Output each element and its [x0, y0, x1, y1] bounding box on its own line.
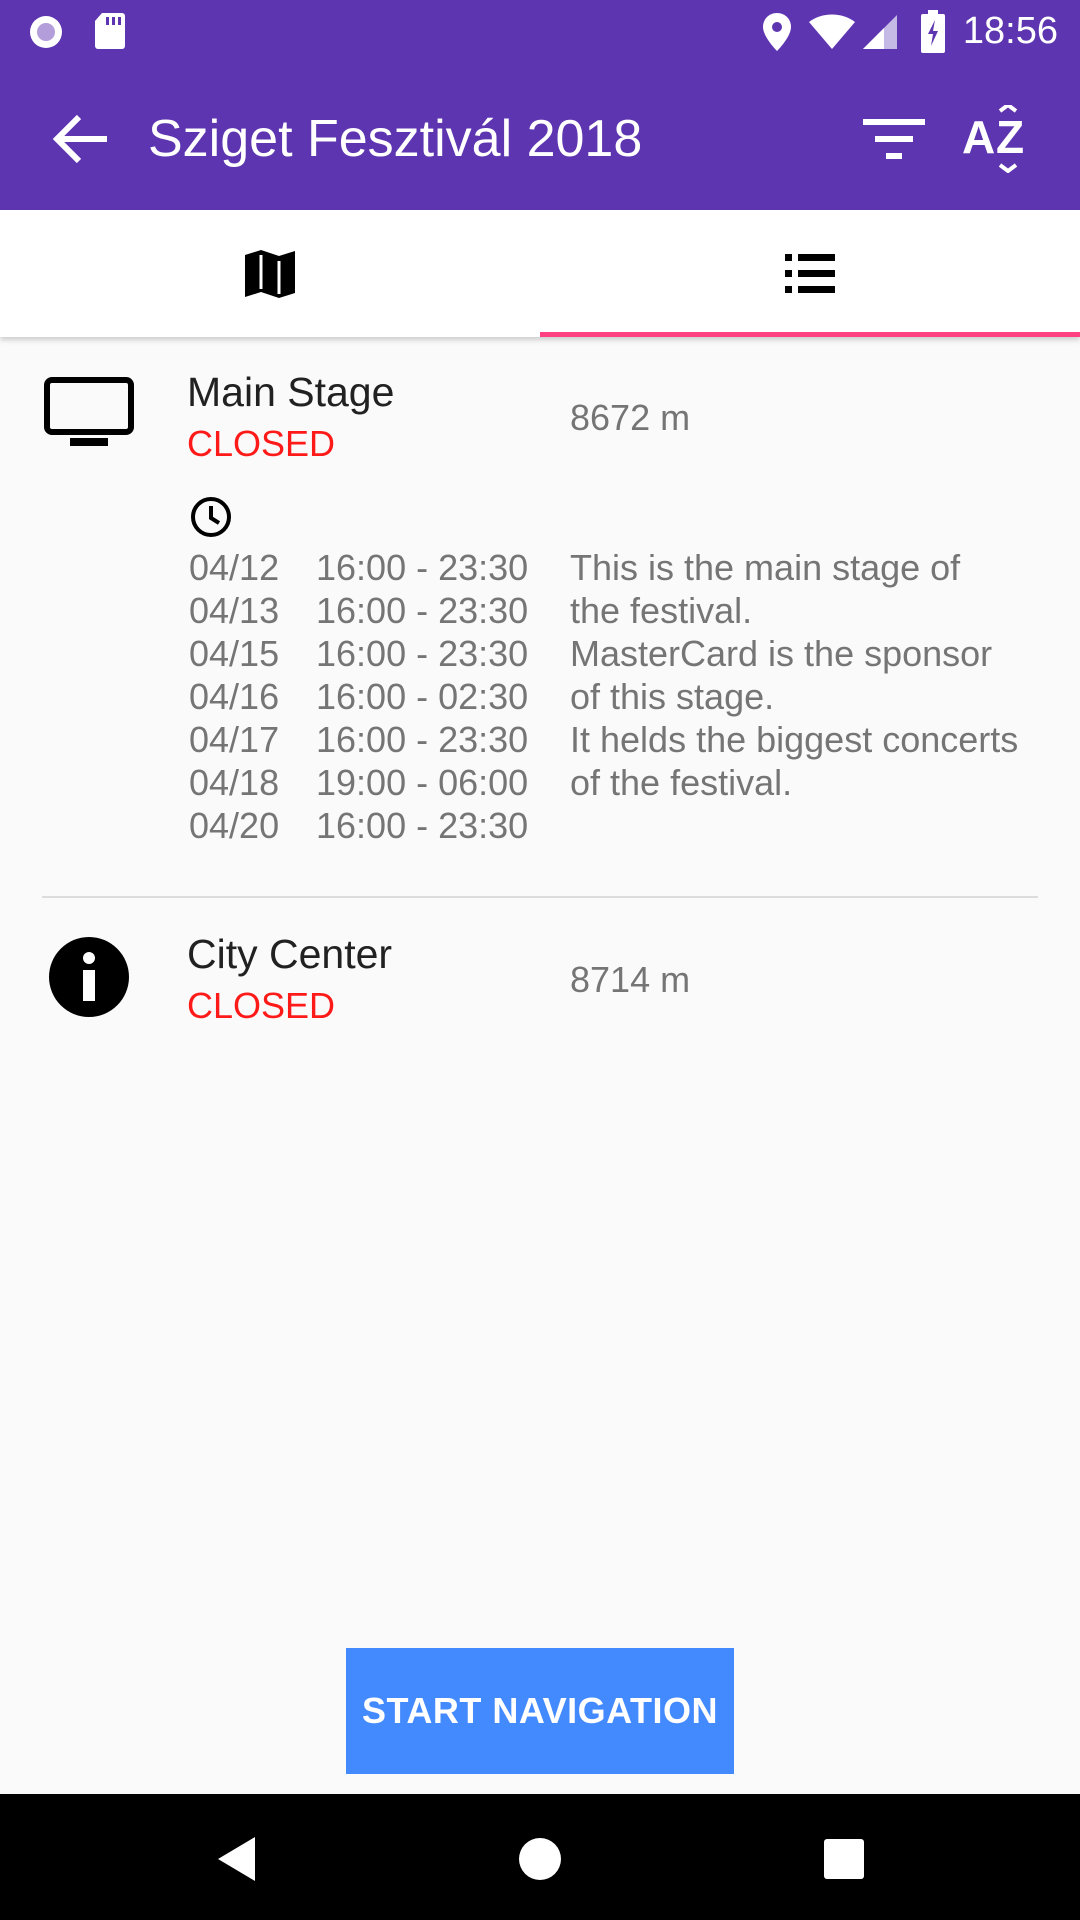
hours-date: 04/17	[189, 719, 280, 760]
nav-home-icon	[519, 1838, 561, 1880]
battery-icon	[921, 10, 945, 53]
hours-date: 04/18	[189, 762, 280, 803]
nav-home-button[interactable]	[505, 1824, 575, 1894]
sd-card-icon	[95, 13, 125, 49]
arrow-back-icon	[52, 114, 107, 164]
hours-date: 04/20	[189, 805, 280, 846]
sort-az-icon: A Z	[962, 105, 1024, 173]
status-bar: 18:56	[0, 0, 1080, 63]
list-icon	[785, 253, 835, 293]
status-clock: 18:56	[962, 10, 1058, 52]
clock-icon	[191, 497, 231, 537]
place-name: City Center	[187, 931, 393, 977]
page-title: Sziget Fesztivál 2018	[148, 110, 643, 168]
nav-recents-button[interactable]	[809, 1824, 879, 1894]
hours-row: 04/15 16:00 - 23:30	[189, 632, 528, 675]
hours-row: 04/16 16:00 - 02:30	[189, 675, 528, 718]
hours-row: 04/17 16:00 - 23:30	[189, 718, 528, 761]
hours-time: 16:00 - 23:30	[316, 719, 529, 760]
place-status: CLOSED	[187, 985, 336, 1026]
nav-back-button[interactable]	[202, 1824, 272, 1894]
hours-time: 16:00 - 23:30	[316, 590, 529, 631]
nav-recents-icon	[824, 1839, 864, 1879]
description-line: of this stage.	[570, 676, 775, 717]
tab-map[interactable]	[0, 210, 540, 337]
svg-text:A: A	[962, 111, 995, 163]
tab-list[interactable]	[540, 210, 1080, 337]
hours-date: 04/16	[189, 676, 280, 717]
tab-bar	[0, 210, 1080, 337]
nav-back-icon	[218, 1837, 255, 1881]
hours-time: 19:00 - 06:00	[316, 762, 529, 803]
description-line: MasterCard is the sponsor	[570, 633, 993, 674]
start-navigation-button[interactable]: START NAVIGATION	[346, 1648, 734, 1774]
back-button[interactable]	[40, 99, 120, 179]
hours-row: 04/13 16:00 - 23:30	[189, 589, 528, 632]
place-name: Main Stage	[187, 369, 395, 415]
hours-row: 04/20 16:00 - 23:30	[189, 804, 528, 847]
description-line: This is the main stage of	[570, 547, 961, 588]
place-distance: 8672 m	[570, 397, 691, 438]
place-distance: 8714 m	[570, 959, 691, 1000]
hours-time: 16:00 - 23:30	[316, 547, 529, 588]
hours-row: 04/12 16:00 - 23:30	[189, 546, 528, 589]
tv-icon	[44, 377, 134, 446]
hours-time: 16:00 - 23:30	[316, 633, 529, 674]
signal-icon	[863, 15, 897, 49]
description-line: of the festival.	[570, 762, 793, 803]
list-divider	[42, 896, 1038, 898]
place-status: CLOSED	[187, 423, 336, 464]
info-icon	[49, 937, 129, 1017]
sort-button[interactable]: A Z	[958, 99, 1038, 179]
filter-button[interactable]	[854, 99, 934, 179]
place-description: This is the main stage of the festival. …	[570, 546, 1050, 804]
opening-hours: 04/12 16:00 - 23:30 04/13 16:00 - 23:30 04…	[189, 546, 528, 847]
hours-date: 04/12	[189, 547, 280, 588]
system-nav-bar	[0, 1794, 1080, 1920]
hours-date: 04/13	[189, 590, 280, 631]
hours-row: 04/18 19:00 - 06:00	[189, 761, 528, 804]
filter-icon	[863, 119, 925, 159]
app-bar: Sziget Fesztivál 2018 A Z	[0, 63, 1080, 210]
description-line: the festival.	[570, 590, 753, 631]
hours-date: 04/15	[189, 633, 280, 674]
map-icon	[245, 249, 295, 298]
notification-circle-icon	[30, 16, 62, 48]
description-line: It helds the biggest concerts	[570, 719, 1019, 760]
svg-text:Z: Z	[996, 111, 1024, 163]
location-icon	[763, 13, 791, 51]
hours-time: 16:00 - 02:30	[316, 676, 529, 717]
hours-time: 16:00 - 23:30	[316, 805, 529, 846]
wifi-icon	[809, 14, 855, 49]
